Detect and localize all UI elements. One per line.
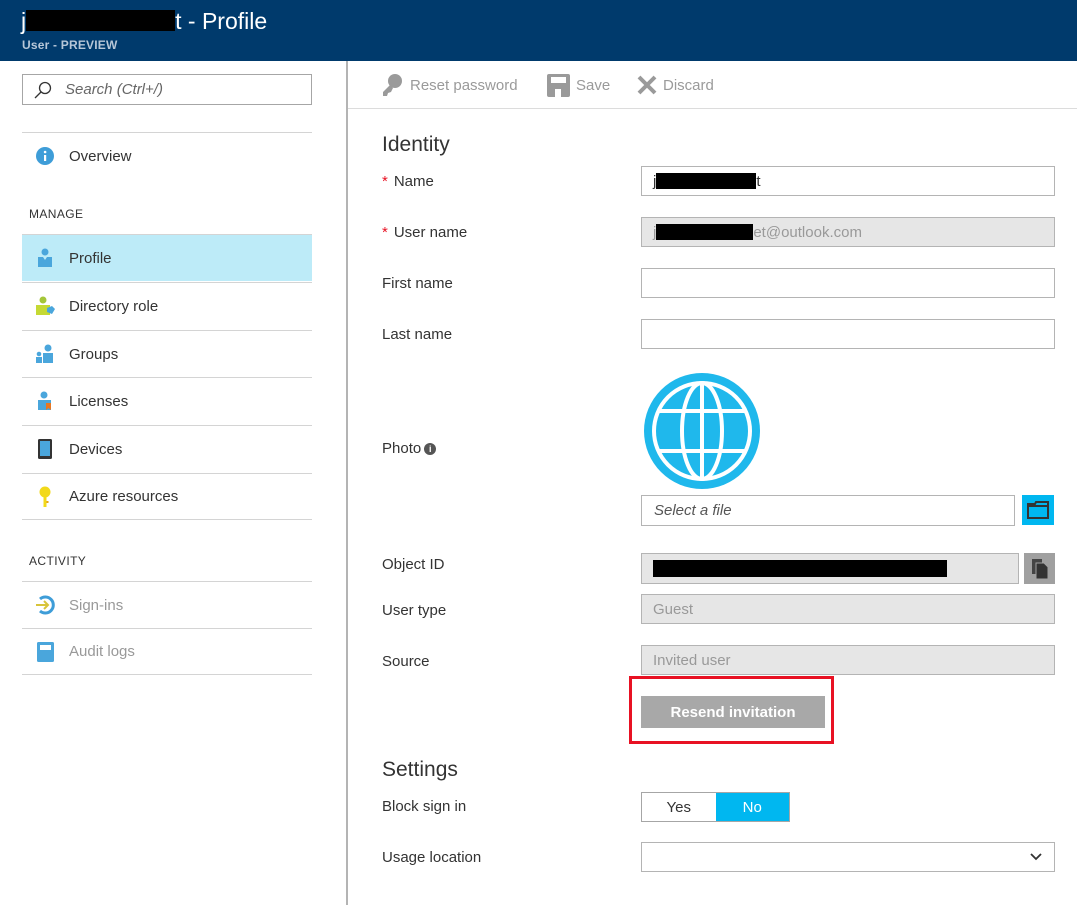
last-name-label: Last name [382,326,453,343]
sidebar-item-groups[interactable]: Groups [22,330,312,377]
command-bar: Reset password Save Discard [348,61,1077,109]
licenses-icon [35,391,55,411]
search-box[interactable] [22,74,312,105]
sidebar-item-audit-logs[interactable]: Audit logs [22,628,312,675]
last-name-input[interactable] [641,319,1055,349]
discard-button[interactable]: Discard [637,73,714,97]
blade-header: jt - Profile User - PREVIEW [0,0,1077,61]
sidebar-item-azure-resources[interactable]: Azure resources [22,473,312,520]
sign-in-icon [35,595,55,615]
save-button[interactable]: Save [547,73,610,97]
settings-heading: Settings [382,758,458,781]
object-id-input[interactable] [641,553,1019,584]
block-sign-in-label: Block sign in [382,798,467,815]
source-input[interactable]: Invited user [641,645,1055,675]
info-icon [35,146,55,166]
globe-icon [644,373,760,489]
toggle-yes[interactable]: Yes [642,793,716,821]
user-type-input[interactable]: Guest [641,594,1055,624]
block-sign-in-toggle[interactable]: Yes No [641,792,790,822]
file-input[interactable]: Select a file [641,495,1015,526]
sidebar-item-sign-ins[interactable]: Sign-ins [22,581,312,628]
copy-button[interactable] [1024,553,1055,584]
key-icon [383,74,402,96]
sidebar-item-licenses[interactable]: Licenses [22,377,312,424]
first-name-input[interactable] [641,268,1055,298]
object-id-label: Object ID [382,556,445,573]
source-label: Source [382,653,430,670]
chevron-down-icon [1030,853,1042,861]
username-input[interactable]: j et@outlook.com [641,217,1055,247]
info-icon[interactable]: i [424,443,437,455]
usage-location-dropdown[interactable] [641,842,1055,872]
required-marker: * [382,173,388,190]
section-activity: ACTIVITY [29,554,87,568]
name-label: * Name [382,173,434,190]
folder-icon [1027,501,1049,519]
usage-location-label: Usage location [382,849,482,866]
toggle-no[interactable]: No [715,793,789,821]
identity-heading: Identity [382,133,450,156]
name-input[interactable]: jt [641,166,1055,196]
groups-icon [35,344,55,364]
sidebar-item-profile[interactable]: Profile [22,234,312,281]
key-icon [35,486,55,507]
sidebar-item-overview[interactable]: Overview [22,132,312,179]
search-icon [34,81,52,99]
search-input[interactable] [65,75,305,104]
audit-log-icon [35,641,55,662]
redaction [656,173,757,189]
sidebar-item-directory-role[interactable]: Directory role [22,282,312,329]
directory-role-icon [35,296,55,316]
profile-form: Identity * Name jt * User name j et@outlook… [348,109,1077,905]
redaction [653,560,947,577]
copy-icon [1031,558,1048,579]
resend-invitation-button[interactable]: Resend invitation [641,696,825,728]
close-icon [637,75,657,95]
save-icon [547,73,570,97]
page-subtitle: User - PREVIEW [22,38,118,52]
user-type-label: User type [382,602,447,619]
page-title: jt - Profile [21,8,268,34]
first-name-label: First name [382,275,453,292]
reset-password-button[interactable]: Reset password [380,73,518,97]
browse-button[interactable] [1022,495,1054,525]
username-label: * User name [382,224,468,241]
redaction [656,224,754,240]
required-marker: * [382,224,388,241]
photo-label: Photo i [382,440,437,457]
sidebar-item-devices[interactable]: Devices [22,425,312,472]
section-manage: MANAGE [29,207,84,221]
devices-icon [35,439,55,459]
profile-icon [35,248,55,268]
redaction [26,10,176,31]
